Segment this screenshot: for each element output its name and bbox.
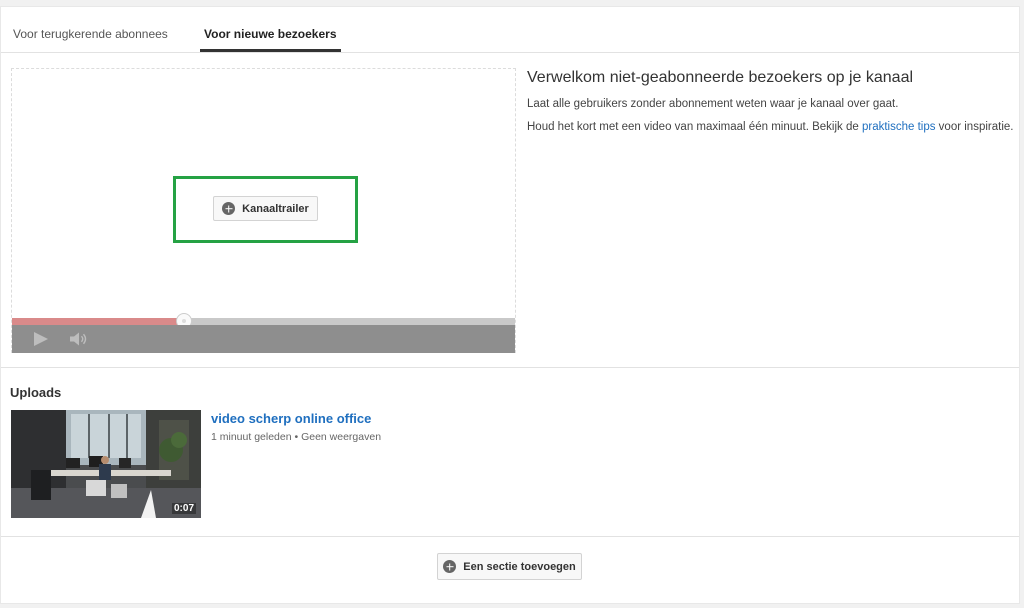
progress-fill [12, 318, 184, 325]
welcome-title: Verwelkom niet-geabonneerde bezoekers op… [527, 69, 914, 86]
section-divider [1, 367, 1019, 368]
channel-trailer-player: Kanaaltrailer [11, 68, 516, 353]
play-icon[interactable] [34, 332, 48, 346]
add-section-label: Een sectie toevoegen [463, 560, 576, 573]
progress-bar[interactable] [12, 318, 515, 325]
welcome-description: Laat alle gebruikers zonder abonnement w… [527, 98, 899, 110]
office-scene-image [11, 410, 201, 518]
tips-text-before: Houd het kort met een video van maximaal… [527, 121, 862, 133]
volume-icon[interactable] [69, 332, 89, 346]
uploads-heading: Uploads [10, 385, 62, 400]
practical-tips-link[interactable]: praktische tips [862, 121, 936, 133]
channel-trailer-label: Kanaaltrailer [242, 202, 309, 215]
welcome-tips-text: Houd het kort met een video van maximaal… [527, 119, 1017, 136]
tab-returning-subscribers[interactable]: Voor terugkerende abonnees [13, 27, 168, 51]
video-duration: 0:07 [171, 503, 196, 514]
channel-layout-panel: Voor terugkerende abonnees Voor nieuwe b… [0, 6, 1020, 604]
add-circle-icon [443, 560, 457, 573]
tab-new-visitors[interactable]: Voor nieuwe bezoekers [200, 27, 341, 52]
channel-trailer-button[interactable]: Kanaaltrailer [213, 196, 318, 221]
video-title-link[interactable]: video scherp online office [211, 411, 371, 426]
video-thumbnail[interactable]: 0:07 [11, 410, 201, 518]
tips-text-after: voor inspiratie. [935, 121, 1014, 133]
player-controls [12, 325, 515, 353]
welcome-text-block: Verwelkom niet-geabonneerde bezoekers op… [527, 69, 1017, 142]
add-section-button[interactable]: Een sectie toevoegen [437, 553, 582, 580]
video-meta: 1 minuut geleden • Geen weergaven [211, 431, 382, 443]
section-divider-bottom [1, 536, 1019, 537]
tab-bar: Voor terugkerende abonnees Voor nieuwe b… [1, 7, 1019, 53]
add-circle-icon [222, 202, 236, 215]
